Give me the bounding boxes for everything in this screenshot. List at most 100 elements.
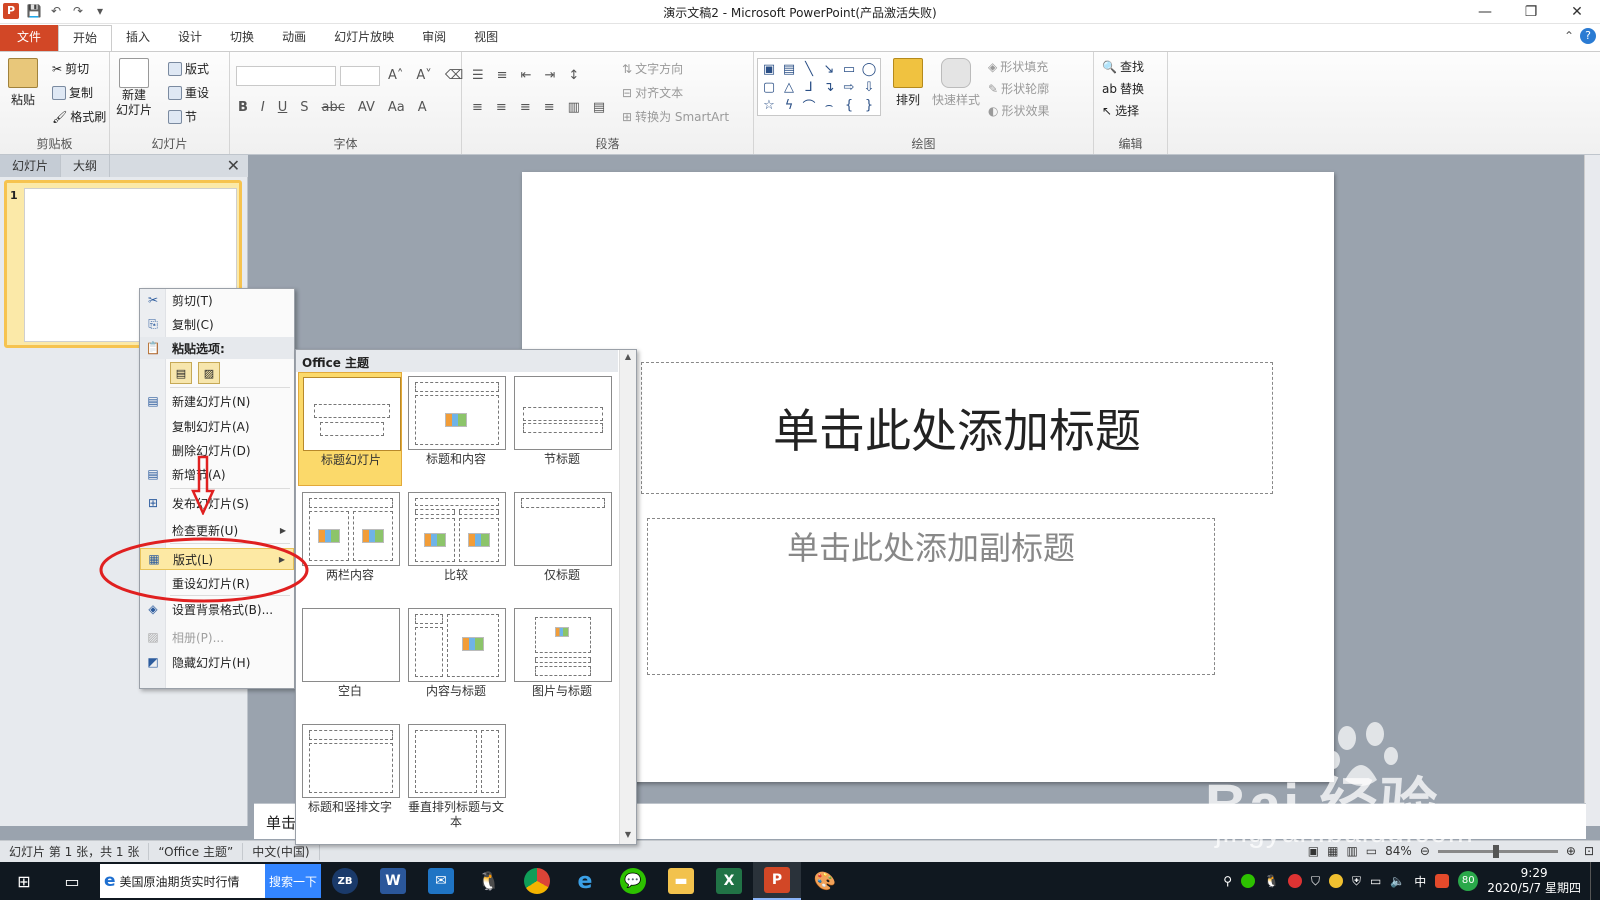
bullets-icon[interactable]: ☰ [472, 68, 484, 83]
reset-button[interactable]: 重设 [168, 84, 209, 101]
tab-design[interactable]: 设计 [164, 25, 216, 51]
rounded-rect-shape-icon[interactable]: ▢ [759, 78, 779, 96]
elbow-shape-icon[interactable]: ⅃ [799, 78, 819, 96]
replace-button[interactable]: ab 替换 [1102, 80, 1144, 97]
textbox-shape-icon[interactable]: ▣ [759, 60, 779, 78]
close-icon[interactable]: ✕ [1554, 0, 1600, 24]
oval-shape-icon[interactable]: ◯ [859, 60, 879, 78]
plus-tray-icon[interactable] [1328, 874, 1343, 888]
tab-insert[interactable]: 插入 [112, 25, 164, 51]
char-spacing-icon[interactable]: AV [358, 100, 375, 115]
layout-title-slide[interactable]: 标题幻灯片 [298, 372, 402, 486]
scroll-down-icon[interactable]: ▼ [622, 830, 634, 842]
distribute-icon[interactable]: ▥ [568, 100, 580, 115]
line-spacing-icon[interactable]: ↕ [568, 68, 579, 83]
select-button[interactable]: ↖ 选择 [1102, 102, 1139, 119]
brace-right-shape-icon[interactable]: } [859, 96, 879, 114]
taskbar-wechat-icon[interactable]: 💬 [609, 862, 657, 900]
align-text-button[interactable]: ⊟ 对齐文本 [622, 84, 683, 101]
taskbar-powerpoint-icon[interactable]: P [753, 862, 801, 900]
tab-file[interactable]: 文件 [0, 25, 58, 51]
taskbar-word-icon[interactable]: W [369, 862, 417, 900]
font-family-combo[interactable] [236, 66, 336, 86]
smartart-button[interactable]: ⊞ 转换为 SmartArt [622, 108, 729, 125]
subtitle-placeholder[interactable]: 单击此处添加副标题 [647, 518, 1215, 675]
volume-icon[interactable]: 🔈 [1390, 874, 1405, 888]
help-icon[interactable]: ? [1580, 28, 1596, 44]
shape-outline-button[interactable]: ✎ 形状轮廓 [988, 80, 1049, 97]
numbering-icon[interactable]: ≡ [497, 68, 508, 83]
layout-content-caption[interactable]: 内容与标题 [404, 604, 508, 718]
taskbar-mail-icon[interactable]: ✉ [417, 862, 465, 900]
tab-slideshow[interactable]: 幻灯片放映 [320, 25, 408, 51]
taskbar-search-button[interactable]: 搜索一下 [265, 864, 321, 898]
shapes-gallery[interactable]: ▣ ▤ ╲ ↘ ▭ ◯ ▢ △ ⅃ ↴ ⇨ ⇩ ☆ ϟ ⌒ ⌢{} [757, 58, 881, 116]
taskbar-qq-icon[interactable]: 🐧 [465, 862, 513, 900]
taskbar-folder-icon[interactable]: ▬ [657, 862, 705, 900]
people-icon[interactable]: ⚲ [1223, 874, 1232, 888]
curve-shape-icon[interactable]: ⌒ [799, 96, 819, 115]
vertical-scrollbar[interactable] [1584, 155, 1600, 826]
format-painter-button[interactable]: 🖌 格式刷 [52, 108, 106, 125]
copy-button[interactable]: 复制 [52, 84, 93, 101]
triangle-shape-icon[interactable]: △ [779, 78, 799, 96]
brace-left-shape-icon[interactable]: { [839, 96, 859, 114]
badge-80[interactable]: 80 [1458, 871, 1479, 891]
menu-photo-album[interactable]: ▨ 相册(P)... [140, 626, 294, 648]
star-shape-icon[interactable]: ☆ [759, 96, 779, 114]
change-case-icon[interactable]: Aa [388, 100, 405, 115]
layout-blank[interactable]: 空白 [298, 604, 402, 718]
rect-shape-icon[interactable]: ▭ [839, 60, 859, 78]
text-direction-button[interactable]: ⇅ 文字方向 [622, 60, 683, 77]
layout-vertical-title-text[interactable]: 垂直排列标题与文本 [404, 720, 508, 834]
collapse-ribbon-icon[interactable]: ⌃ [1564, 29, 1574, 43]
italic-icon[interactable]: I [261, 100, 265, 115]
layout-section-header[interactable]: 节标题 [510, 372, 614, 486]
grow-font-icon[interactable]: A˄ [388, 68, 403, 83]
columns-icon[interactable]: ▤ [593, 100, 605, 115]
taskbar-ie-icon[interactable]: e [561, 862, 609, 900]
increase-indent-icon[interactable]: ⇥ [544, 68, 555, 83]
layout-button[interactable]: 版式 [168, 60, 209, 77]
menu-new-slide[interactable]: ▤ 新建幻灯片(N) [140, 390, 294, 412]
menu-cut[interactable]: ✂ 剪切(T) [140, 289, 294, 311]
ime-indicator[interactable]: 中 [1414, 873, 1426, 890]
language-status[interactable]: 中文(中国) [243, 843, 320, 860]
font-color-icon[interactable]: A [418, 100, 427, 115]
shield-icon[interactable]: ⛉ [1311, 874, 1320, 889]
security-icon[interactable]: ⛨ [1352, 874, 1361, 889]
minimize-icon[interactable]: — [1462, 0, 1508, 24]
layout-picture-caption[interactable]: 图片与标题 [510, 604, 614, 718]
section-button[interactable]: 节 [168, 108, 197, 125]
layout-title-only[interactable]: 仅标题 [510, 488, 614, 602]
tab-home[interactable]: 开始 [58, 25, 113, 51]
layout-title-vertical-text[interactable]: 标题和竖排文字 [298, 720, 402, 834]
network-icon[interactable]: ▭ [1370, 874, 1381, 888]
clear-format-icon[interactable]: ⌫ [445, 68, 463, 83]
shape-effects-button[interactable]: ◐ 形状效果 [988, 102, 1050, 119]
title-placeholder[interactable]: 单击此处添加标题 [641, 362, 1273, 494]
arrow-line-shape-icon[interactable]: ↘ [819, 60, 839, 78]
tab-slides[interactable]: 幻灯片 [0, 155, 62, 177]
paste-picture-icon[interactable]: ▨ [198, 362, 220, 384]
underline-icon[interactable]: U [278, 100, 288, 115]
decrease-indent-icon[interactable]: ⇤ [521, 68, 532, 83]
justify-icon[interactable]: ≡ [544, 100, 555, 115]
taskbar-chrome-icon[interactable] [513, 862, 561, 900]
qq-tray-icon[interactable]: 🐧 [1264, 874, 1279, 888]
taskbar-search-box[interactable]: e 美国原油期货实时行情 [100, 864, 265, 898]
show-desktop-button[interactable] [1590, 862, 1594, 900]
bold-icon[interactable]: B [238, 100, 248, 115]
quick-styles-button[interactable]: 快速样式 [932, 58, 980, 108]
menu-hide-slide[interactable]: ◩ 隐藏幻灯片(H) [140, 651, 294, 673]
clock[interactable]: 9:29 2020/5/7 星期四 [1487, 866, 1581, 896]
layout-comparison[interactable]: 比较 [404, 488, 508, 602]
tab-outline[interactable]: 大纲 [61, 155, 111, 177]
align-right-icon[interactable]: ≡ [520, 100, 531, 115]
tab-view[interactable]: 视图 [460, 25, 512, 51]
menu-new-section[interactable]: ▤ 新增节(A) [140, 463, 294, 485]
windows-start-icon[interactable]: ⊞ [0, 862, 48, 900]
task-view-icon[interactable]: ▭ [48, 862, 96, 900]
align-center-icon[interactable]: ≡ [496, 100, 507, 115]
shrink-font-icon[interactable]: A˅ [416, 68, 431, 83]
